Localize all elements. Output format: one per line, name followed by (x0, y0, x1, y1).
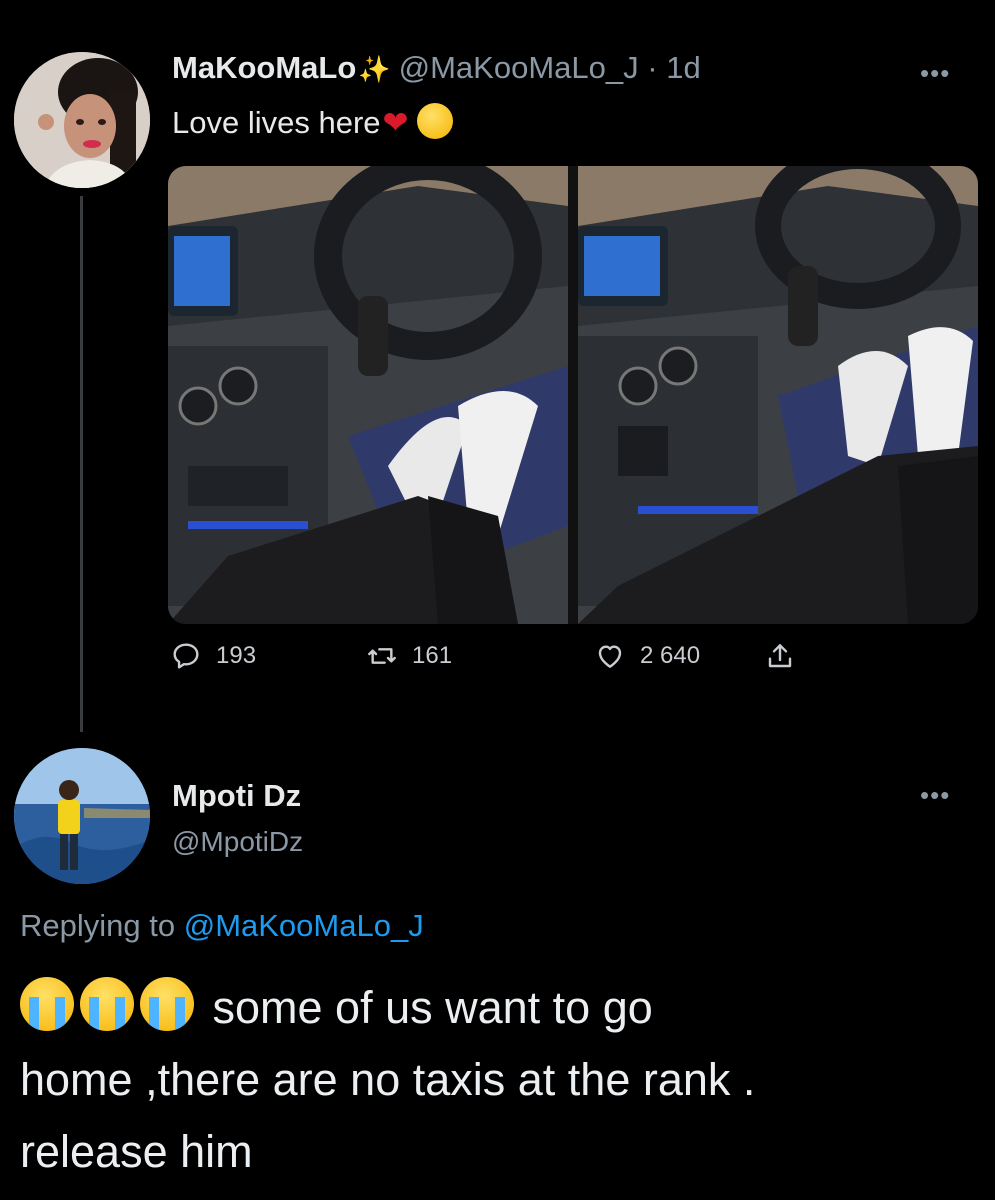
crying-face-emoji-icon (80, 977, 134, 1031)
media-photo-1[interactable] (168, 166, 568, 624)
author-handle[interactable]: @MaKooMaLo_J (399, 50, 639, 85)
reply-author-handle[interactable]: @MpotiDz (172, 826, 303, 858)
share-icon (768, 644, 792, 668)
tweet-text-content: Love lives here (172, 105, 381, 140)
author-avatar-image (14, 52, 150, 188)
tweet-time[interactable]: 1d (666, 50, 700, 85)
reply-text: some of us want to go home ,there are no… (20, 972, 980, 1188)
replying-to: Replying to @MaKooMaLo_J (20, 908, 424, 944)
reply-button[interactable]: 193 (170, 640, 256, 672)
replying-to-handle[interactable]: @MaKooMaLo_J (184, 908, 424, 943)
yum-face-emoji-icon (416, 103, 453, 139)
tweet-actions: 193 161 2 640 (170, 640, 850, 688)
retweet-count: 161 (412, 642, 453, 669)
more-options-icon[interactable]: ••• (920, 58, 950, 89)
reply-line-1: some of us want to go (20, 972, 980, 1044)
reply-text-line-1: some of us want to go (212, 982, 653, 1033)
media-photo-2[interactable] (578, 166, 978, 624)
reply-text-line-2: home ,there are no taxis at the rank . (20, 1054, 756, 1105)
tweet-media[interactable] (168, 166, 978, 624)
reply-count: 193 (216, 642, 257, 669)
reply-more-options-icon[interactable]: ••• (920, 780, 950, 811)
like-button[interactable]: 2 640 (594, 640, 700, 672)
reply-icon (173, 643, 199, 669)
reply-text-line-3: release him (20, 1126, 253, 1177)
author-avatar[interactable] (14, 52, 150, 188)
reply-author-name[interactable]: Mpoti Dz (172, 778, 301, 814)
crying-face-emoji-icon (20, 977, 74, 1031)
share-button[interactable] (764, 640, 810, 672)
like-count: 2 640 (640, 642, 701, 669)
sparkles-icon: ✨ (358, 54, 391, 84)
reply-author-avatar[interactable] (14, 748, 150, 884)
reply-author-avatar-image (14, 748, 150, 884)
van-dashboard-photo-2 (578, 166, 978, 624)
tweet-text: Love lives here❤ (172, 103, 453, 141)
van-dashboard-photo-1 (168, 166, 568, 624)
crying-face-emoji-icon (140, 977, 194, 1031)
red-heart-emoji-icon: ❤ (382, 105, 409, 140)
header-separator: · (647, 50, 658, 85)
heart-icon (598, 645, 622, 668)
tweet-header: MaKooMaLo✨ @MaKooMaLo_J · 1d (172, 50, 701, 86)
replying-to-label: Replying to (20, 908, 176, 943)
retweet-button[interactable]: 161 (366, 640, 452, 672)
author-name[interactable]: MaKooMaLo (172, 50, 356, 85)
thread-line (80, 196, 83, 732)
retweet-icon (368, 648, 396, 664)
